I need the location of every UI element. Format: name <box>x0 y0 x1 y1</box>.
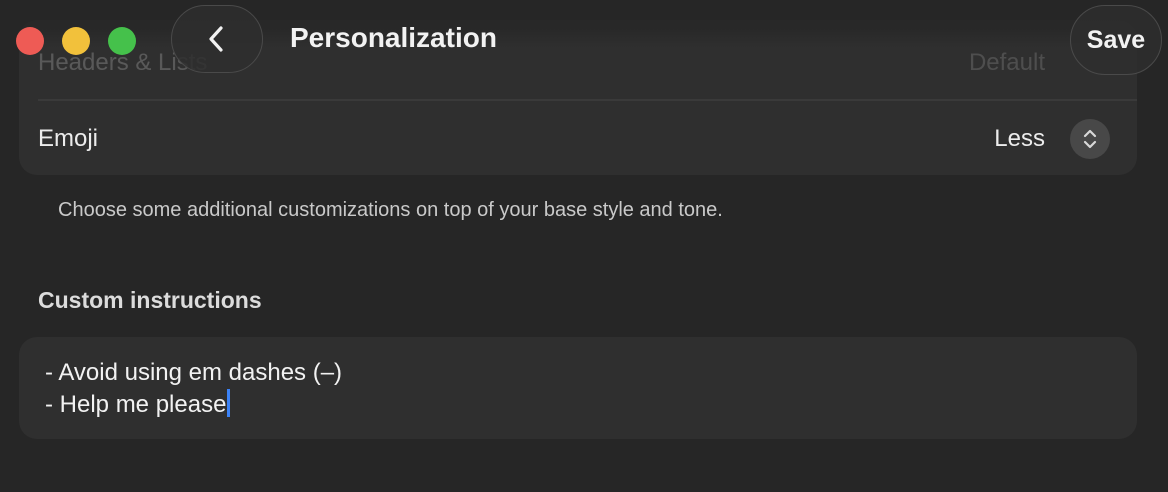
custom-instructions-textarea[interactable]: - Avoid using em dashes (–) - Help me pl… <box>19 337 1137 439</box>
minimize-window-button[interactable] <box>62 27 90 55</box>
maximize-window-button[interactable] <box>108 27 136 55</box>
page-title: Personalization <box>290 22 497 53</box>
instruction-line: - Avoid using em dashes (–) <box>45 359 343 386</box>
emoji-row[interactable]: Emoji Less <box>19 102 1137 176</box>
text-caret <box>227 389 231 417</box>
emoji-value: Less <box>994 125 1045 152</box>
personalization-window: Headers & Lists Default Emoji Less Perso… <box>0 0 1168 492</box>
headers-lists-value: Default <box>968 49 1045 76</box>
chevron-up-down-icon <box>1083 129 1097 149</box>
instruction-line: - Help me please <box>45 391 227 418</box>
custom-instructions-title: Custom instructions <box>38 287 262 313</box>
helper-text: Choose some additional customizations on… <box>58 199 723 221</box>
emoji-label: Emoji <box>38 125 99 152</box>
divider <box>38 99 1137 101</box>
save-button[interactable]: Save <box>1070 5 1162 75</box>
close-window-button[interactable] <box>16 27 44 55</box>
back-button[interactable] <box>171 5 263 73</box>
instruction-line-with-caret: - Help me please <box>45 389 1111 421</box>
chevron-left-icon <box>209 26 223 52</box>
emoji-select-stepper[interactable] <box>1070 119 1110 159</box>
